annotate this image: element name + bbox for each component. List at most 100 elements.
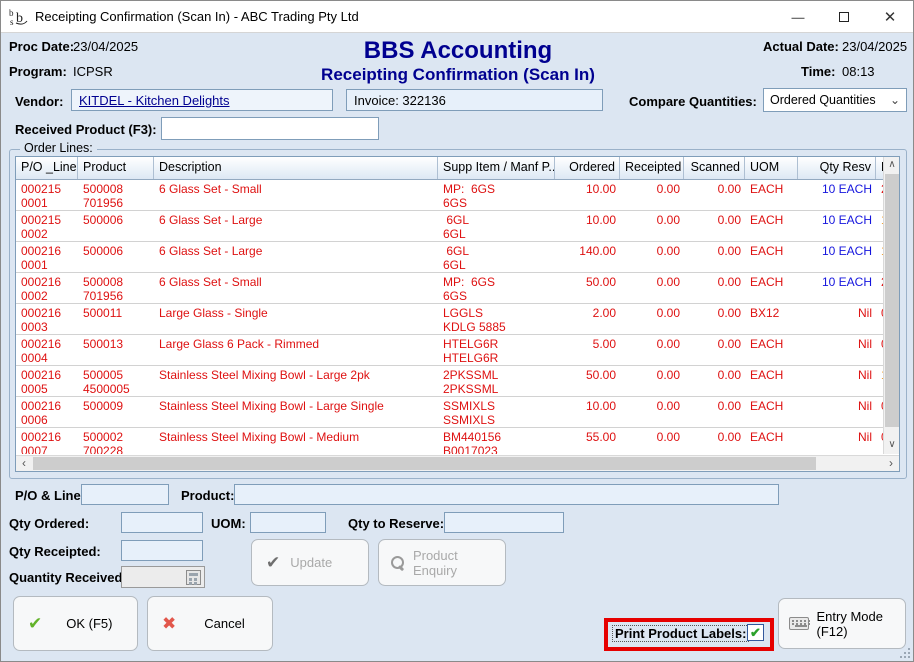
order-line-row[interactable]: 000216 0002500008 7019566 Glass Set - Sm… bbox=[16, 273, 885, 304]
proc-date-label: Proc Date: bbox=[9, 39, 74, 54]
resize-grip[interactable] bbox=[900, 648, 910, 658]
col-receipted[interactable]: Receipted bbox=[620, 157, 684, 179]
order-line-row[interactable]: 000216 0005500005 4500005Stainless Steel… bbox=[16, 366, 885, 397]
col-supp-item[interactable]: Supp Item / Manf P... bbox=[438, 157, 555, 179]
order-line-cell: 0.00 bbox=[620, 211, 684, 241]
vendor-label: Vendor: bbox=[15, 94, 63, 109]
col-uom[interactable]: UOM bbox=[745, 157, 798, 179]
grid-horizontal-scrollbar[interactable]: ‹ › bbox=[16, 455, 899, 471]
qty-ordered-label: Qty Ordered: bbox=[9, 516, 89, 531]
entry-mode-button[interactable]: Entry Mode (F12) bbox=[778, 598, 906, 649]
order-line-row[interactable]: 000215 0001500008 7019566 Glass Set - Sm… bbox=[16, 180, 885, 211]
compare-quantities-value: Ordered Quantities bbox=[770, 93, 876, 107]
order-line-row[interactable]: 000216 0007500002 700228Stainless Steel … bbox=[16, 428, 885, 454]
program-value: ICPSR bbox=[73, 64, 113, 79]
qty-to-reserve-field[interactable] bbox=[444, 512, 564, 533]
col-product[interactable]: Product bbox=[78, 157, 154, 179]
order-line-cell: 10 EACH bbox=[798, 273, 876, 303]
grid-header-row: P/O _Line Product Description Supp Item … bbox=[16, 157, 885, 180]
scroll-up-icon[interactable]: ∧ bbox=[884, 157, 900, 174]
order-line-cell: 000216 0003 bbox=[16, 304, 78, 334]
order-line-cell: 0.00 bbox=[620, 180, 684, 210]
vendor-link[interactable]: KITDEL - Kitchen Delights bbox=[79, 93, 230, 108]
order-line-cell: EACH bbox=[745, 273, 798, 303]
po-line-detail-field[interactable] bbox=[81, 484, 169, 505]
grid-vscroll-thumb[interactable] bbox=[885, 174, 899, 427]
qty-to-reserve-label: Qty to Reserve: bbox=[348, 516, 444, 531]
order-line-cell: Nil bbox=[798, 397, 876, 427]
order-line-cell: Nil bbox=[798, 304, 876, 334]
order-line-cell: Large Glass - Single bbox=[154, 304, 438, 334]
order-line-cell: 0.00 bbox=[620, 304, 684, 334]
order-line-cell: EACH bbox=[745, 335, 798, 365]
order-line-cell: 0.00 bbox=[684, 273, 745, 303]
calculator-icon[interactable] bbox=[186, 570, 201, 585]
maximize-icon bbox=[839, 12, 849, 22]
chevron-down-icon: ⌄ bbox=[890, 93, 900, 107]
order-line-cell: Stainless Steel Mixing Bowl - Large 2pk bbox=[154, 366, 438, 396]
order-line-cell: EACH bbox=[745, 428, 798, 454]
order-line-cell: 500013 bbox=[78, 335, 154, 365]
order-line-cell: 500011 bbox=[78, 304, 154, 334]
order-line-cell: MP: 6GS 6GS bbox=[438, 180, 555, 210]
product-detail-label: Product: bbox=[181, 488, 234, 503]
order-line-row[interactable]: 000216 0006500009 Stainless Steel Mixing… bbox=[16, 397, 885, 428]
received-product-input[interactable] bbox=[161, 117, 379, 140]
scroll-down-icon[interactable]: ∨ bbox=[884, 437, 900, 454]
ok-check-icon: ✔ bbox=[28, 614, 42, 634]
app-window: b s b Receipting Confirmation (Scan In) … bbox=[0, 0, 914, 662]
keyboard-icon bbox=[789, 617, 809, 630]
compare-quantities-select[interactable]: Ordered Quantities ⌄ bbox=[763, 88, 907, 112]
cancel-button[interactable]: ✖ Cancel bbox=[147, 596, 273, 651]
order-line-cell: 500005 4500005 bbox=[78, 366, 154, 396]
grid-vertical-scrollbar[interactable]: ∧ ∨ bbox=[883, 157, 899, 454]
order-line-cell: 000215 0002 bbox=[16, 211, 78, 241]
product-detail-field[interactable] bbox=[234, 484, 779, 505]
order-line-row[interactable]: 000216 0003500011 Large Glass - SingleLG… bbox=[16, 304, 885, 335]
qty-receipted-field[interactable] bbox=[121, 540, 203, 561]
order-line-cell: 0.00 bbox=[620, 273, 684, 303]
close-button[interactable]: ✕ bbox=[867, 1, 913, 33]
uom-detail-label: UOM: bbox=[211, 516, 246, 531]
magnifier-icon bbox=[391, 556, 405, 570]
order-line-cell: 0.00 bbox=[684, 428, 745, 454]
order-line-cell: 2.00 bbox=[555, 304, 620, 334]
scroll-left-icon[interactable]: ‹ bbox=[16, 456, 32, 472]
maximize-button[interactable] bbox=[821, 1, 867, 33]
order-line-row[interactable]: 000215 0002500006 6 Glass Set - Large 6G… bbox=[16, 211, 885, 242]
order-line-cell: 6 Glass Set - Small bbox=[154, 180, 438, 210]
col-scanned[interactable]: Scanned bbox=[684, 157, 745, 179]
check-icon: ✔ bbox=[266, 553, 280, 573]
scroll-right-icon[interactable]: › bbox=[883, 456, 899, 472]
order-line-cell: 0.00 bbox=[684, 335, 745, 365]
order-line-row[interactable]: 000216 0004500013 Large Glass 6 Pack - R… bbox=[16, 335, 885, 366]
order-line-row[interactable]: 000216 0001500006 6 Glass Set - Large 6G… bbox=[16, 242, 885, 273]
product-enquiry-button[interactable]: Product Enquiry bbox=[378, 539, 506, 586]
quantity-received-field[interactable] bbox=[121, 566, 205, 588]
invoice-value: Invoice: 322136 bbox=[354, 93, 446, 108]
uom-detail-field[interactable] bbox=[250, 512, 326, 533]
order-line-cell: Nil bbox=[798, 366, 876, 396]
order-line-cell: SSMIXLS SSMIXLS bbox=[438, 397, 555, 427]
minimize-button[interactable]: — bbox=[775, 1, 821, 33]
col-description[interactable]: Description bbox=[154, 157, 438, 179]
compare-quantities-label: Compare Quantities: bbox=[629, 94, 757, 109]
qty-ordered-field[interactable] bbox=[121, 512, 203, 533]
order-line-cell: 10.00 bbox=[555, 397, 620, 427]
print-product-labels-checkbox[interactable]: ✔ bbox=[747, 624, 764, 641]
col-ordered[interactable]: Ordered bbox=[555, 157, 620, 179]
ok-button[interactable]: ✔ OK (F5) bbox=[13, 596, 138, 651]
grid-hscroll-thumb[interactable] bbox=[33, 457, 816, 470]
order-line-cell: HTELG6R HTELG6R bbox=[438, 335, 555, 365]
order-lines-grid: P/O _Line Product Description Supp Item … bbox=[15, 156, 900, 472]
order-line-cell: 500008 701956 bbox=[78, 180, 154, 210]
col-po-line[interactable]: P/O _Line bbox=[16, 157, 78, 179]
order-line-cell: EACH bbox=[745, 242, 798, 272]
vendor-field[interactable]: KITDEL - Kitchen Delights bbox=[71, 89, 333, 111]
update-button-label: Update bbox=[290, 555, 332, 570]
update-button[interactable]: ✔ Update bbox=[251, 539, 369, 586]
order-line-cell: 500002 700228 bbox=[78, 428, 154, 454]
col-qty-resv[interactable]: Qty Resv bbox=[798, 157, 876, 179]
order-line-cell: 000216 0007 bbox=[16, 428, 78, 454]
invoice-field[interactable]: Invoice: 322136 bbox=[346, 89, 603, 111]
